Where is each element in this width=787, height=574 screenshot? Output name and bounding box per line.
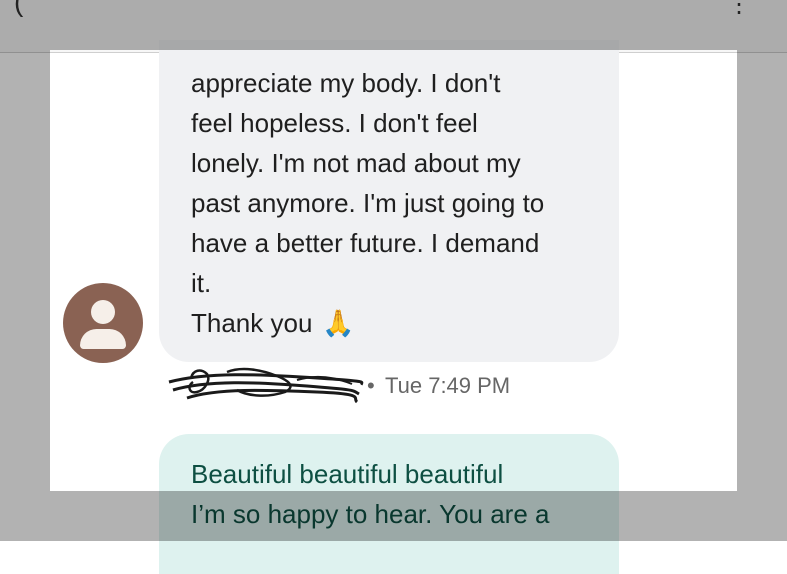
message-thanks-line: Thank you 🙏	[191, 303, 599, 343]
message-line: it.	[191, 268, 212, 298]
redacted-sender-number-scribble	[168, 367, 364, 404]
outgoing-message-bubble[interactable]: Beautiful beautiful beautiful I’m so hap…	[159, 434, 619, 574]
message-line: appreciate my body. I don't	[191, 68, 501, 98]
back-arrow-icon[interactable]: (	[14, 0, 23, 18]
metadata-separator: •	[367, 373, 375, 398]
message-line: Beautiful beautiful beautiful	[191, 459, 504, 489]
message-line: I’m so happy to hear. You are a	[191, 499, 550, 529]
dim-overlay-left	[0, 50, 50, 541]
message-line: feel hopeless. I don't feel	[191, 108, 478, 138]
message-metadata: • Tue 7:49 PM	[167, 360, 547, 412]
message-line: past anymore. I'm just going to	[191, 188, 545, 218]
dim-overlay-right	[737, 50, 787, 541]
more-options-icon[interactable]: ⋮	[727, 0, 751, 19]
message-line: have a better future. I demand	[191, 228, 540, 258]
folded-hands-emoji: 🙏	[322, 308, 355, 338]
incoming-message-bubble[interactable]: appreciate my body. I don't feel hopeles…	[159, 40, 619, 362]
sender-avatar[interactable]	[63, 283, 143, 363]
thanks-text: Thank you	[191, 308, 313, 338]
message-line: lonely. I'm not mad about my	[191, 148, 521, 178]
message-timestamp: Tue 7:49 PM	[385, 373, 511, 398]
